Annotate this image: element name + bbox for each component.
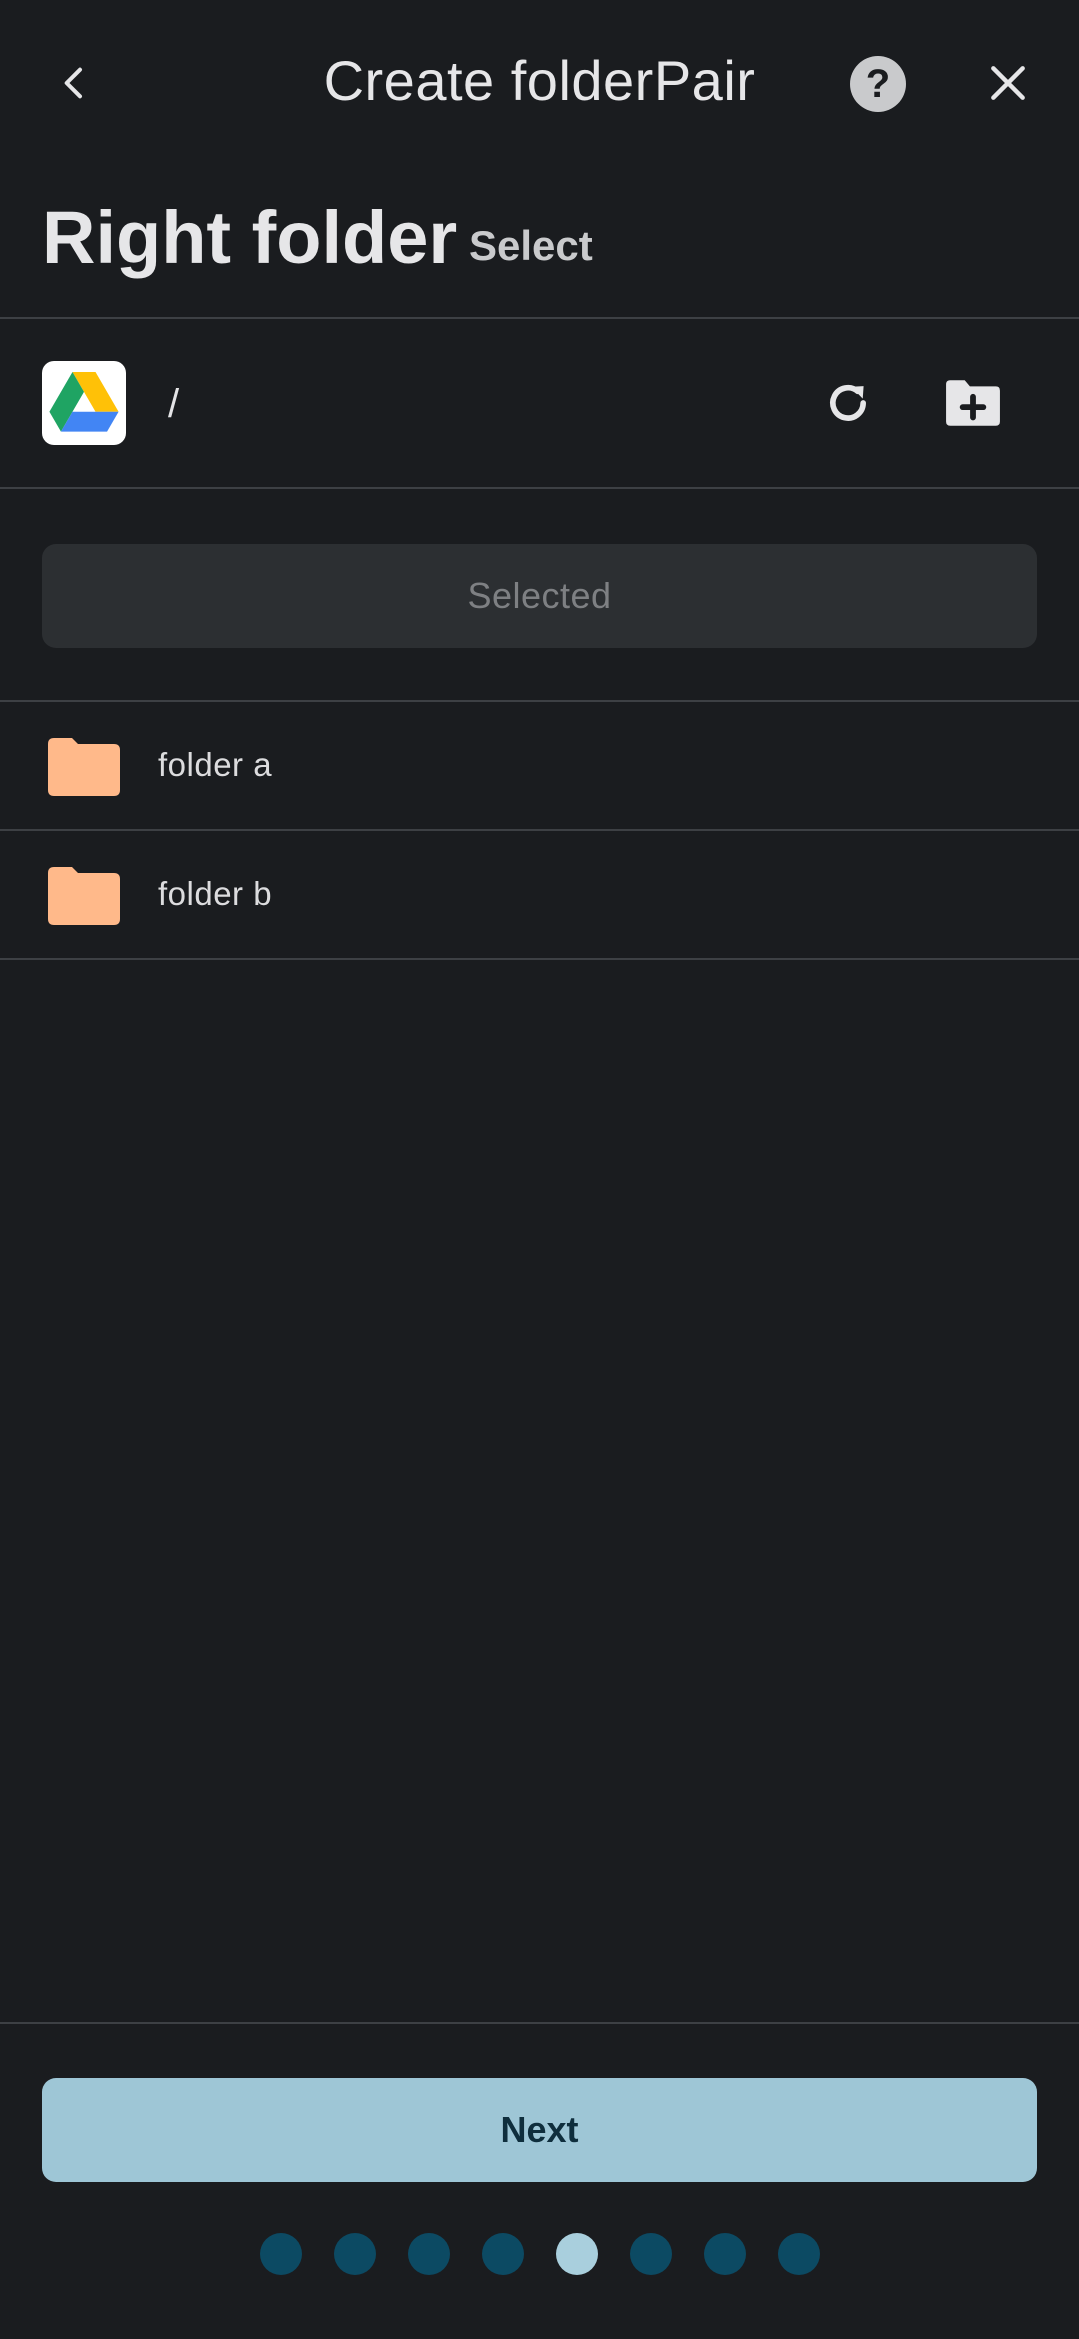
divider [0, 487, 1079, 489]
step-dot-active [555, 2233, 598, 2275]
folder-icon [48, 738, 120, 796]
step-dot [777, 2233, 820, 2275]
section-subheading: Select [469, 222, 593, 269]
google-drive-icon [49, 372, 119, 432]
page-title: Create folderPair [323, 49, 756, 112]
divider [0, 2022, 1079, 2024]
step-dot [407, 2233, 450, 2275]
folder-name: folder b [158, 875, 273, 912]
close-button[interactable] [975, 50, 1041, 116]
step-dot [481, 2233, 524, 2275]
selected-button[interactable]: Selected [42, 544, 1037, 648]
create-folder-icon [946, 380, 1000, 426]
close-icon [991, 66, 1025, 100]
step-dot [259, 2233, 302, 2275]
section-heading: Right folder [42, 196, 458, 279]
folder-list-item[interactable]: folder a [0, 702, 1079, 830]
current-path: / [168, 382, 180, 426]
folder-list-item[interactable]: folder b [0, 831, 1079, 959]
help-circle-icon: ? [865, 61, 891, 106]
next-button[interactable]: Next [42, 2078, 1037, 2182]
folder-name: folder a [158, 746, 273, 783]
help-button[interactable]: ? [850, 56, 906, 112]
step-dot [629, 2233, 672, 2275]
new-folder-button[interactable] [940, 370, 1006, 436]
refresh-icon [830, 384, 866, 421]
divider [0, 958, 1079, 960]
refresh-button[interactable] [815, 370, 881, 436]
create-folderpair-screen: Create folderPair ? Right folder Select … [0, 0, 1079, 2339]
top-bar: Create folderPair ? [0, 0, 1079, 170]
step-indicator [0, 2233, 1079, 2277]
step-dot [703, 2233, 746, 2275]
divider [0, 317, 1079, 319]
folder-icon [48, 867, 120, 925]
provider-logo [42, 361, 126, 445]
step-dot [333, 2233, 376, 2275]
